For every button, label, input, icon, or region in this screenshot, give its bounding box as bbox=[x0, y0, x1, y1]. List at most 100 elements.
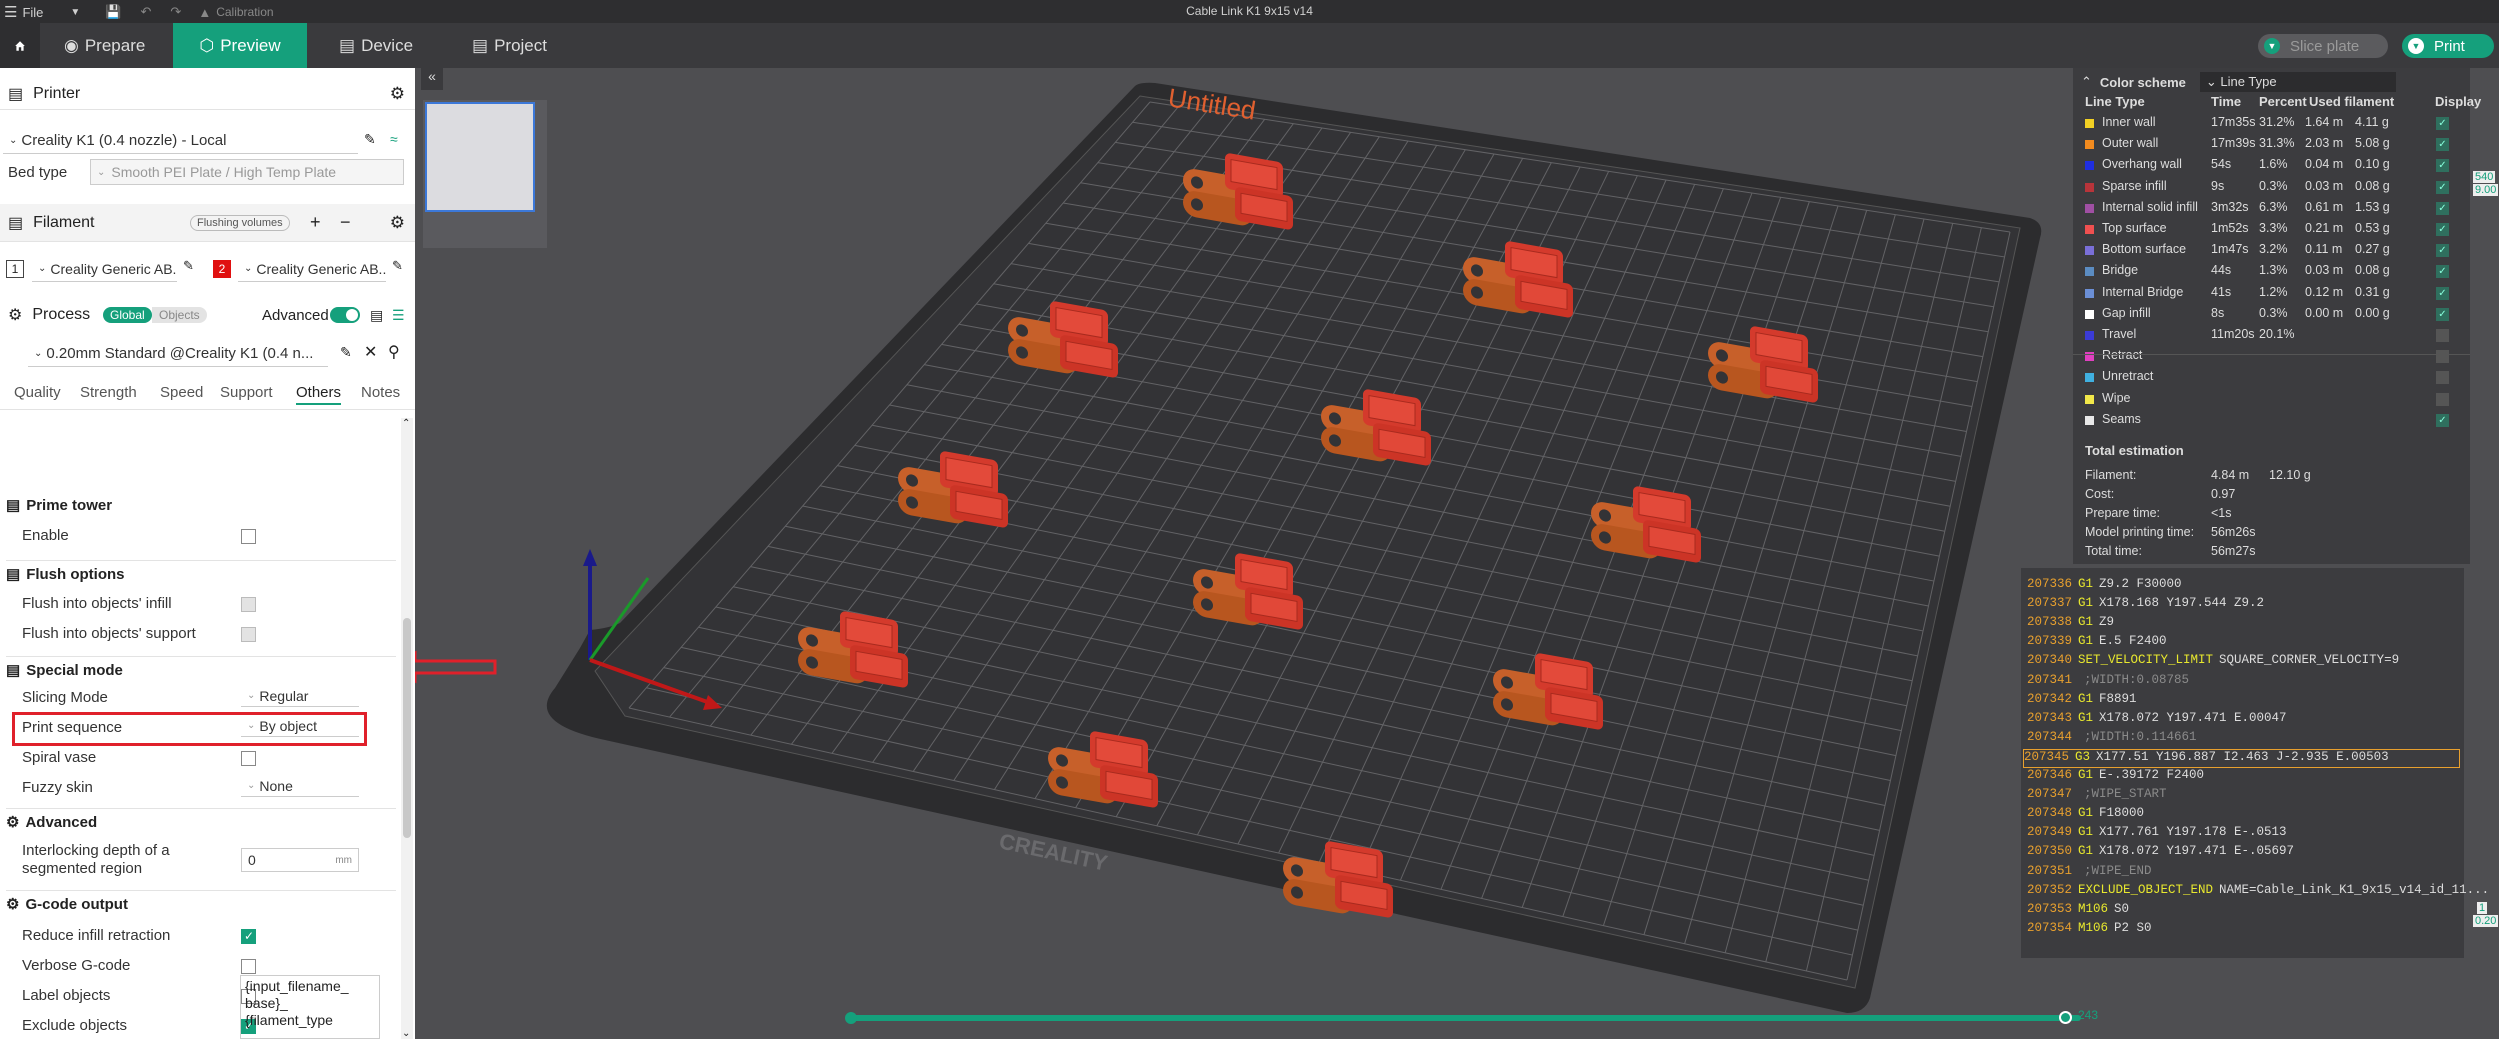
legend-row[interactable]: Sparse infill 9s 0.3% 0.03 m 0.08 g ✓ bbox=[2073, 179, 2470, 199]
process-tune-icon[interactable]: ☰ bbox=[392, 307, 405, 324]
gcode-line[interactable]: 207341 ;WIDTH:0.08785 bbox=[2027, 673, 2189, 692]
gcode-line[interactable]: 207351 ;WIPE_END bbox=[2027, 864, 2152, 883]
flush-infill-checkbox[interactable] bbox=[241, 597, 256, 612]
filament-slot-1-badge[interactable]: 1 bbox=[6, 260, 24, 278]
gcode-line[interactable]: 207340 SET_VELOCITY_LIMIT SQUARE_CORNER_VE… bbox=[2027, 653, 2399, 672]
legend-display-checkbox[interactable]: ✓ bbox=[2436, 265, 2449, 279]
gcode-line[interactable]: 207353 M106 S0 bbox=[2027, 902, 2129, 921]
legend-row[interactable]: Unretract bbox=[2073, 369, 2470, 389]
legend-row[interactable]: Bottom surface 1m47s 3.2% 0.11 m 0.27 g ✓ bbox=[2073, 242, 2470, 262]
print-dropdown-icon[interactable]: ▼ bbox=[2408, 38, 2424, 54]
home-button[interactable] bbox=[0, 23, 40, 68]
legend-display-checkbox[interactable]: ✓ bbox=[2436, 244, 2449, 258]
fuzzy-skin-select[interactable]: ⌄ None bbox=[241, 775, 359, 797]
remove-filament-icon[interactable]: − bbox=[340, 212, 351, 233]
verbose-gcode-checkbox[interactable] bbox=[241, 959, 256, 974]
slider-start-handle[interactable] bbox=[845, 1012, 857, 1024]
search-icon[interactable]: ⚲ bbox=[388, 342, 400, 362]
gcode-line[interactable]: 207337 G1 X178.168 Y197.544 Z9.2 bbox=[2027, 596, 2264, 615]
slice-dropdown-icon[interactable]: ▼ bbox=[2264, 38, 2280, 54]
sidebar-scrollbar[interactable]: ⌃ ⌄ bbox=[401, 418, 413, 1039]
scrollbar-thumb[interactable] bbox=[403, 618, 411, 838]
tab-quality[interactable]: Quality bbox=[14, 384, 61, 401]
gcode-line[interactable]: 207346 G1 E-.39172 F2400 bbox=[2027, 768, 2204, 787]
flushing-volumes-button[interactable]: Flushing volumes bbox=[190, 214, 290, 231]
legend-display-checkbox[interactable]: ✓ bbox=[2436, 117, 2449, 130]
print-sequence-select[interactable]: ⌄ By object bbox=[241, 715, 359, 737]
tab-others[interactable]: Others bbox=[296, 384, 342, 405]
gcode-line[interactable]: 207343 G1 X178.072 Y197.471 E.00047 bbox=[2027, 711, 2287, 730]
tab-prepare[interactable]: ◉ Prepare bbox=[50, 23, 159, 68]
bed-type-select[interactable]: ⌄ Smooth PEI Plate / High Temp Plate bbox=[90, 159, 404, 185]
filename-format-textarea[interactable]: {input_filename_ base}_ {filament_type bbox=[240, 975, 380, 1039]
printer-settings-icon[interactable]: ⚙ bbox=[390, 84, 405, 104]
tab-notes[interactable]: Notes bbox=[361, 384, 400, 401]
gcode-line[interactable]: 207342 G1 F8891 bbox=[2027, 692, 2137, 711]
legend-row[interactable]: Bridge 44s 1.3% 0.03 m 0.08 g ✓ bbox=[2073, 263, 2470, 283]
legend-row[interactable]: Internal solid infill 3m32s 6.3% 0.61 m 1.53… bbox=[2073, 200, 2470, 220]
legend-row[interactable]: Travel 11m20s 20.1% bbox=[2073, 327, 2470, 347]
scroll-down-icon[interactable]: ⌄ bbox=[402, 1028, 410, 1039]
gcode-line[interactable]: 207350 G1 X178.072 Y197.471 E-.05697 bbox=[2027, 844, 2294, 863]
printer-select[interactable]: ⌄ Creality K1 (0.4 nozzle) - Local bbox=[3, 128, 358, 154]
legend-display-checkbox[interactable] bbox=[2436, 371, 2449, 385]
legend-row[interactable]: Retract bbox=[2073, 348, 2470, 368]
legend-display-checkbox[interactable]: ✓ bbox=[2436, 307, 2449, 321]
process-preset-select[interactable]: ⌄ 0.20mm Standard @Creality K1 (0.4 n... bbox=[28, 341, 328, 367]
legend-display-checkbox[interactable]: ✓ bbox=[2436, 138, 2449, 152]
gcode-line[interactable]: 207347 ;WIPE_START bbox=[2027, 787, 2167, 806]
legend-row[interactable]: Inner wall 17m35s 31.2% 1.64 m 4.11 g ✓ bbox=[2073, 115, 2470, 135]
reduce-retraction-checkbox[interactable] bbox=[241, 929, 256, 944]
gcode-line[interactable]: 207354 M106 P2 S0 bbox=[2027, 921, 2152, 940]
filament-slot-1-select[interactable]: ⌄ Creality Generic AB... bbox=[32, 256, 177, 282]
interlocking-depth-input[interactable]: 0 mm bbox=[241, 848, 359, 872]
slider-end-handle[interactable] bbox=[2059, 1011, 2072, 1024]
tab-speed[interactable]: Speed bbox=[160, 384, 203, 401]
legend-row[interactable]: Gap infill 8s 0.3% 0.00 m 0.00 g ✓ bbox=[2073, 306, 2470, 326]
process-objects-toggle[interactable]: Objects bbox=[152, 307, 207, 323]
color-scheme-select[interactable]: ⌄ Line Type bbox=[2199, 72, 2396, 92]
compare-icon[interactable]: ▤ bbox=[370, 307, 383, 324]
legend-row[interactable]: Overhang wall 54s 1.6% 0.04 m 0.10 g ✓ bbox=[2073, 157, 2470, 177]
tab-strength[interactable]: Strength bbox=[80, 384, 137, 401]
tab-device[interactable]: ▤ Device bbox=[325, 23, 427, 68]
slice-plate-button[interactable]: ▼ Slice plate bbox=[2258, 34, 2388, 58]
legend-display-checkbox[interactable] bbox=[2436, 329, 2449, 342]
gcode-line[interactable]: 207339 G1 E.5 F2400 bbox=[2027, 634, 2167, 653]
legend-row[interactable]: Top surface 1m52s 3.3% 0.21 m 0.53 g ✓ bbox=[2073, 221, 2470, 241]
legend-display-checkbox[interactable] bbox=[2436, 350, 2449, 364]
flush-support-checkbox[interactable] bbox=[241, 627, 256, 642]
legend-display-checkbox[interactable]: ✓ bbox=[2436, 413, 2449, 427]
legend-display-checkbox[interactable]: ✓ bbox=[2436, 180, 2449, 194]
gcode-line[interactable]: 207349 G1 X177.761 Y197.178 E-.0513 bbox=[2027, 825, 2287, 844]
advanced-switch[interactable] bbox=[330, 307, 360, 323]
tab-project[interactable]: ▤ Project bbox=[458, 23, 561, 68]
legend-row[interactable]: Internal Bridge 41s 1.2% 0.12 m 0.31 g ✓ bbox=[2073, 285, 2470, 305]
process-global-toggle[interactable]: Global bbox=[103, 307, 152, 323]
gcode-line[interactable]: 207352 EXCLUDE_OBJECT_END NAME=Cable_Link_… bbox=[2027, 883, 2489, 902]
legend-display-checkbox[interactable]: ✓ bbox=[2436, 223, 2449, 236]
edit-printer-icon[interactable]: ✎ bbox=[364, 131, 376, 148]
legend-row[interactable]: Wipe bbox=[2073, 391, 2470, 411]
edit-process-icon[interactable]: ✎ bbox=[340, 344, 352, 361]
edit-filament-2-icon[interactable]: ✎ bbox=[392, 258, 403, 274]
horizontal-layer-slider[interactable] bbox=[849, 1015, 2081, 1021]
legend-row[interactable]: Outer wall 17m39s 31.3% 2.03 m 5.08 g ✓ bbox=[2073, 136, 2470, 156]
legend-row[interactable]: Seams ✓ bbox=[2073, 412, 2470, 432]
legend-display-checkbox[interactable]: ✓ bbox=[2436, 201, 2449, 215]
gcode-line[interactable]: 207344 ;WIDTH:0.114661 bbox=[2027, 730, 2197, 749]
scroll-up-icon[interactable]: ⌃ bbox=[402, 418, 410, 429]
filament-slot-2-select[interactable]: ⌄ Creality Generic AB... bbox=[238, 256, 386, 282]
slicing-mode-select[interactable]: ⌄ Regular bbox=[241, 685, 359, 707]
gcode-line[interactable]: 207338 G1 Z9 bbox=[2027, 615, 2114, 634]
prime-tower-enable-checkbox[interactable] bbox=[241, 529, 256, 544]
tab-support[interactable]: Support bbox=[220, 384, 273, 401]
wifi-icon[interactable]: ≈ bbox=[390, 131, 398, 147]
edit-filament-1-icon[interactable]: ✎ bbox=[183, 258, 194, 274]
gcode-line[interactable]: 207336 G1 Z9.2 F30000 bbox=[2027, 577, 2182, 596]
gcode-line[interactable]: 207345 G3 X177.51 Y196.887 I2.463 J-2.935 … bbox=[2023, 748, 2460, 768]
gcode-line[interactable]: 207348 G1 F18000 bbox=[2027, 806, 2144, 825]
print-button[interactable]: ▼ Print bbox=[2402, 34, 2494, 58]
legend-display-checkbox[interactable] bbox=[2436, 392, 2449, 406]
collapse-legend-icon[interactable]: ⌃ bbox=[2081, 74, 2092, 90]
